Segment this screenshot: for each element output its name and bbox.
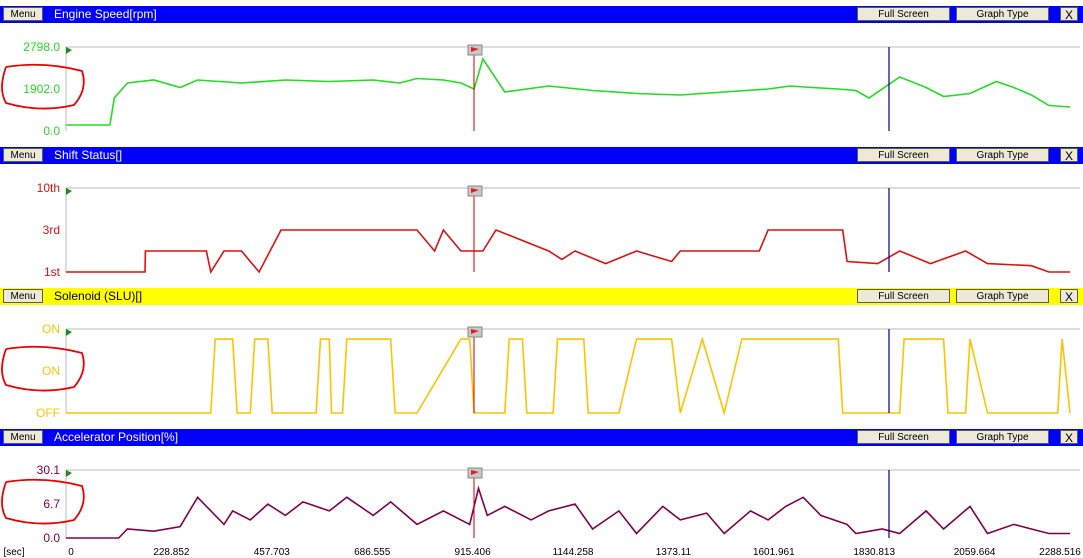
- axis-marker-icon: [66, 329, 72, 336]
- close-button[interactable]: X: [1060, 430, 1078, 445]
- solenoid-header: Menu Solenoid (SLU)[] Full Screen Graph …: [0, 288, 1083, 305]
- x-tick-label: 457.703: [253, 547, 290, 558]
- accelerator-graph: 30.1 6.7 0.0: [1, 463, 1080, 545]
- accelerator-header: Menu Accelerator Position[%] Full Screen…: [0, 429, 1083, 446]
- x-tick-label: 1601.961: [752, 547, 795, 558]
- x-axis: [sec] 0 228.852 457.703 686.555 915.406 1144.…: [0, 546, 1083, 558]
- close-button[interactable]: X: [1060, 148, 1078, 163]
- y-tick-label: 1902.0: [23, 82, 60, 96]
- full-screen-button[interactable]: Full Screen: [857, 7, 950, 21]
- panel-title: Shift Status[]: [54, 148, 123, 162]
- y-tick-label: 0.0: [43, 124, 60, 138]
- axis-marker-icon: [66, 47, 72, 54]
- y-tick-label: 0.0: [43, 531, 60, 545]
- engine-speed-header: Menu Engine Speed[rpm] Full Screen Graph…: [0, 6, 1083, 23]
- graph-type-button[interactable]: Graph Type: [956, 148, 1049, 162]
- x-axis-unit: [sec]: [3, 547, 25, 558]
- solenoid-graph: ON ON OFF: [1, 322, 1080, 420]
- close-button[interactable]: X: [1060, 289, 1078, 304]
- full-screen-button[interactable]: Full Screen: [857, 430, 950, 444]
- y-tick-label: 3rd: [43, 223, 60, 237]
- y-tick-label: 10th: [37, 181, 60, 195]
- x-tick-label: 1144.258: [552, 547, 594, 558]
- series-line: [66, 57, 1071, 126]
- graph-type-button[interactable]: Graph Type: [956, 289, 1049, 303]
- y-tick-label: 2798.0: [23, 40, 60, 54]
- axis-marker-icon: [66, 470, 72, 477]
- engine-speed-panel: Menu Engine Speed[rpm] Full Screen Graph…: [0, 6, 1083, 150]
- y-tick-label: ON: [42, 364, 60, 378]
- solenoid-panel: Menu Solenoid (SLU)[] Full Screen Graph …: [0, 288, 1083, 432]
- menu-button[interactable]: Menu: [3, 7, 43, 21]
- series-line: [66, 485, 1070, 539]
- shift-status-header: Menu Shift Status[] Full Screen Graph Ty…: [0, 147, 1083, 164]
- panel-title: Engine Speed[rpm]: [54, 7, 157, 21]
- menu-button[interactable]: Menu: [3, 148, 43, 162]
- y-tick-label: 1st: [44, 265, 61, 279]
- engine-speed-graph: 2798.0 1902.0 0.0: [1, 40, 1080, 138]
- panel-title: Solenoid (SLU)[]: [54, 289, 143, 303]
- x-tick-label: 686.555: [354, 547, 391, 558]
- x-tick-label: 1373.11: [655, 547, 692, 558]
- accelerator-panel: Menu Accelerator Position[%] Full Screen…: [0, 429, 1083, 546]
- y-tick-label: ON: [42, 322, 60, 336]
- close-button[interactable]: X: [1060, 7, 1078, 22]
- axis-marker-icon: [66, 188, 72, 195]
- shift-status-graph: 10th 3rd 1st: [37, 181, 1080, 279]
- x-tick-label: 228.852: [153, 547, 190, 558]
- graph-type-button[interactable]: Graph Type: [956, 430, 1049, 444]
- series-line: [66, 228, 1070, 275]
- x-tick-label: 0: [68, 547, 74, 558]
- menu-button[interactable]: Menu: [3, 289, 43, 303]
- full-screen-button[interactable]: Full Screen: [857, 289, 950, 303]
- graph-type-button[interactable]: Graph Type: [956, 7, 1049, 21]
- y-tick-label: 30.1: [37, 463, 61, 477]
- x-tick-label: 915.406: [454, 547, 491, 558]
- full-screen-button[interactable]: Full Screen: [857, 148, 950, 162]
- shift-status-panel: Menu Shift Status[] Full Screen Graph Ty…: [0, 147, 1083, 291]
- x-tick-label: 2288.516: [1039, 547, 1081, 558]
- x-tick-label: 2059.664: [953, 547, 996, 558]
- x-tick-label: 1830.813: [853, 547, 896, 558]
- y-tick-label: OFF: [36, 406, 60, 420]
- y-tick-label: 6.7: [43, 497, 60, 511]
- series-line: [66, 336, 1071, 417]
- panel-title: Accelerator Position[%]: [54, 430, 179, 444]
- menu-button[interactable]: Menu: [3, 430, 43, 444]
